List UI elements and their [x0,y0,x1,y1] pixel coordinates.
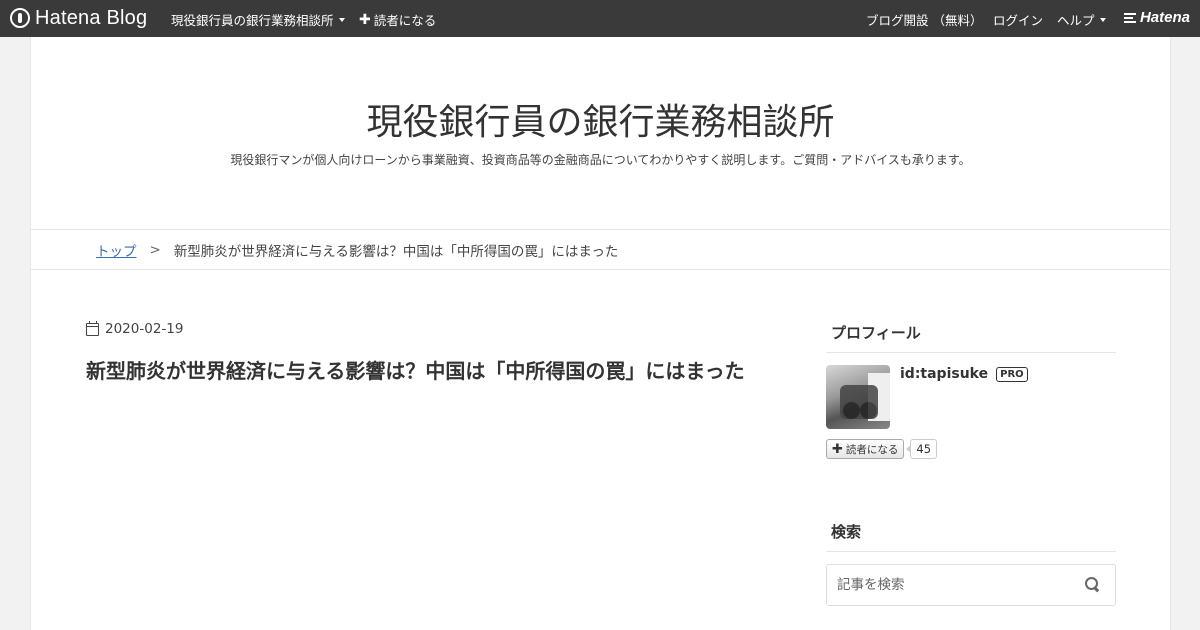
blog-description: 現役銀行マンが個人向けローンから事業融資、投資商品等の金融商品についてわかりやす… [230,153,971,167]
hatena-logo-icon [10,8,30,28]
avatar-photo-subject [840,385,878,419]
sidebar-subscribe-widget: ✚ 読者になる 45 [826,439,938,459]
open-blog-label: ブログ開設 （無料） [866,13,983,28]
calendar-icon [86,320,99,336]
plus-icon: ✚ [359,11,371,28]
avatar[interactable] [826,365,890,429]
breadcrumb: トップ > 新型肺炎が世界経済に与える影響は？中国は「中所得国の罠」にはまった [31,229,1170,270]
top-navbar: Hatena Blog 現役銀行員の銀行業務相談所 ✚ 読者になる ブログ開設 … [0,0,1200,37]
topbar-subscribe-button[interactable]: ✚ 読者になる [359,10,436,29]
breadcrumb-separator: > [149,241,161,258]
profile-id[interactable]: id:tapisuke PRO [900,366,1028,382]
profile-id-text: id:tapisuke [900,366,989,382]
search-box [826,564,1116,606]
help-menu[interactable]: ヘルプ [1057,10,1106,29]
subscriber-count[interactable]: 45 [906,439,938,459]
caret-down-icon [338,17,345,22]
search-input[interactable] [827,565,1077,605]
search-heading: 検索 [826,521,1116,552]
open-blog-link[interactable]: ブログ開設 （無料） [866,10,982,29]
hatena-brand-link[interactable]: Hatena [1123,9,1190,26]
logo-text: Hatena Blog [35,6,148,29]
blog-title[interactable]: 現役銀行員の銀行業務相談所 [31,93,1170,145]
help-label: ヘルプ [1057,13,1095,28]
hatena-blog-logo[interactable]: Hatena Blog [10,7,147,29]
login-label: ログイン [993,13,1044,28]
hatena-brand-icon [1123,12,1136,23]
profile-heading: プロフィール [826,322,1116,353]
plus-icon: ✚ [832,441,843,457]
search-icon[interactable] [1085,577,1101,593]
article-date[interactable]: 2020-02-19 [86,320,184,337]
hatena-brand-text: Hatena [1139,9,1190,26]
breadcrumb-home-link[interactable]: トップ [96,240,137,260]
article-date-text: 2020-02-19 [105,321,184,337]
login-link[interactable]: ログイン [993,10,1043,29]
sidebar-subscribe-button[interactable]: ✚ 読者になる [826,439,905,459]
sidebar-subscribe-label: 読者になる [845,443,899,456]
page-container: 現役銀行員の銀行業務相談所 現役銀行マンが個人向けローンから事業融資、投資商品等… [30,37,1171,630]
breadcrumb-current: 新型肺炎が世界経済に与える影響は？中国は「中所得国の罠」にはまった [173,243,619,260]
topbar-subscribe-label: 読者になる [373,13,437,28]
blog-menu[interactable]: 現役銀行員の銀行業務相談所 [171,10,345,29]
article-title[interactable]: 新型肺炎が世界経済に与える影響は？中国は「中所得国の罠」にはまった [86,354,746,389]
caret-down-icon [1099,17,1106,22]
pro-badge: PRO [996,366,1028,382]
blog-menu-label: 現役銀行員の銀行業務相談所 [171,13,334,28]
